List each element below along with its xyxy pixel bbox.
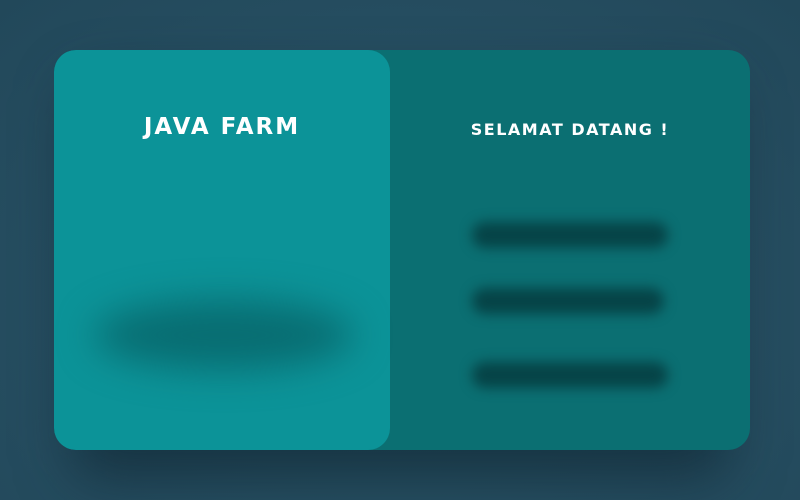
blurred-input-field[interactable] [472,288,664,314]
blurred-button[interactable] [472,362,668,388]
page-background: JAVA FARM SELAMAT DATANG ! [0,0,800,500]
brand-title: JAVA FARM [143,114,301,140]
login-card: JAVA FARM SELAMAT DATANG ! [54,50,750,450]
brand-panel: JAVA FARM [54,50,390,450]
blurred-illustration [94,300,354,370]
welcome-heading: SELAMAT DATANG ! [470,120,670,139]
blurred-input-field[interactable] [472,222,668,248]
